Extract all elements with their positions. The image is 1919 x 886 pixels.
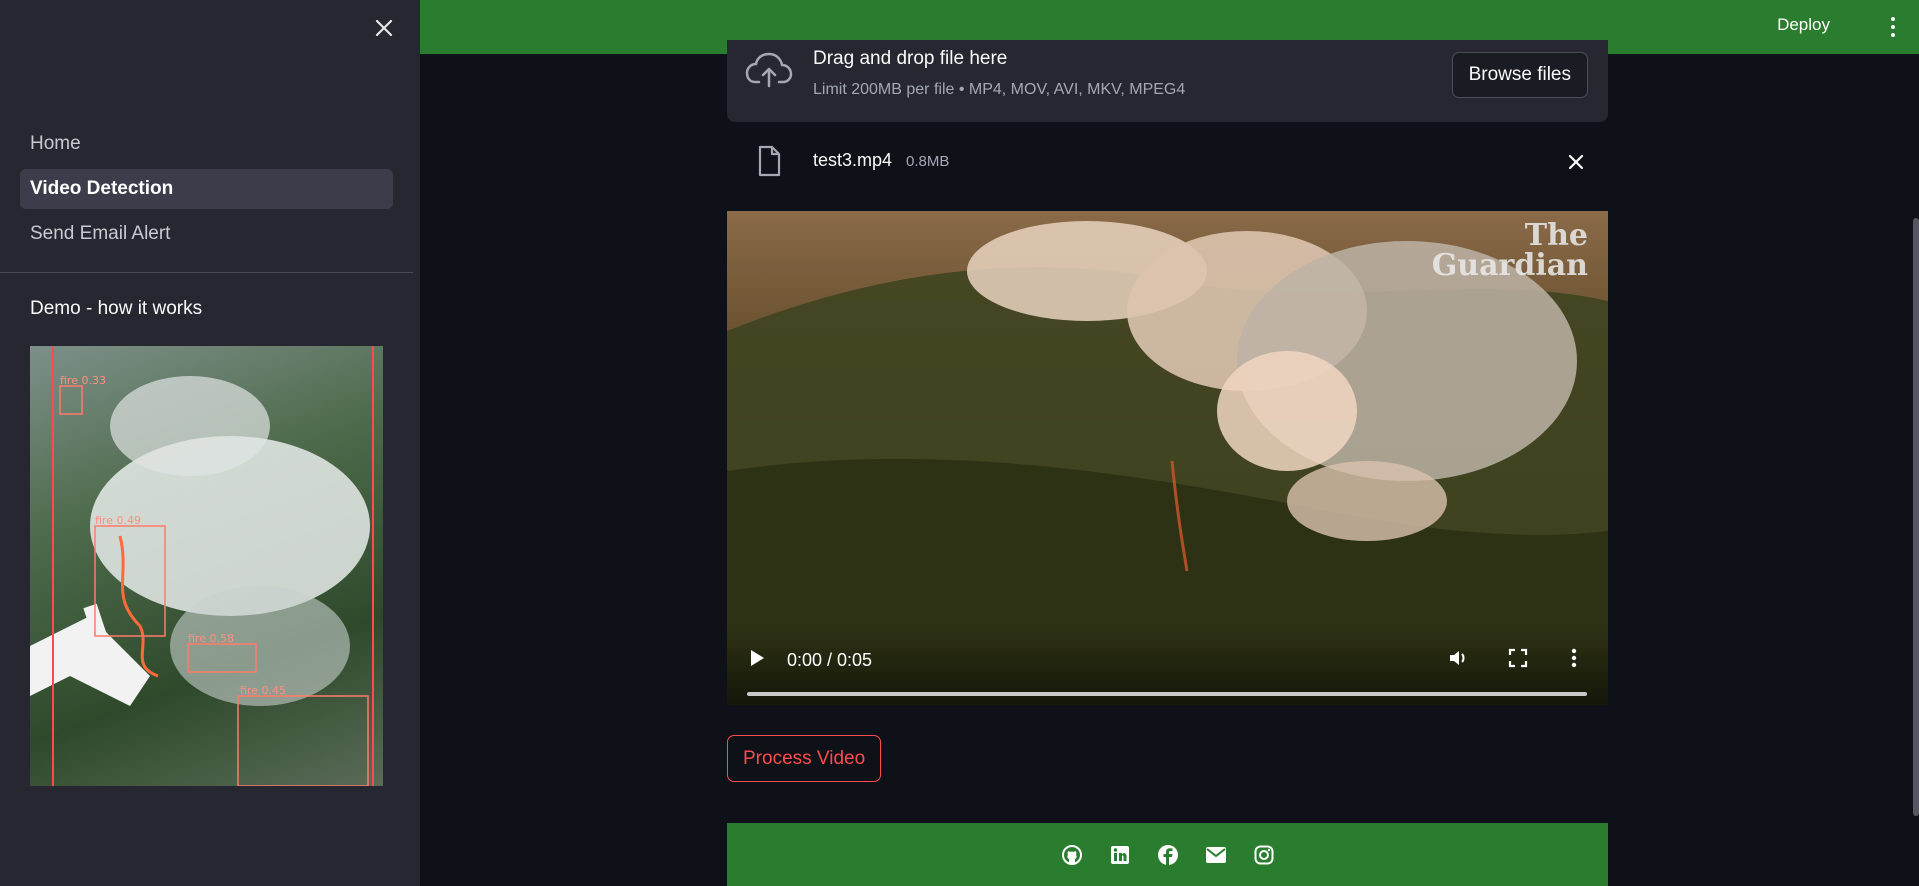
- demo-label-1: fire 0.33: [60, 374, 106, 387]
- file-size: 0.8MB: [906, 153, 950, 170]
- demo-label-3: fire 0.58: [188, 632, 234, 645]
- file-icon: [757, 145, 781, 182]
- sidebar-divider: [0, 272, 413, 273]
- demo-label-2: fire 0.49: [95, 514, 141, 527]
- play-icon[interactable]: [747, 647, 767, 674]
- volume-icon[interactable]: [1447, 647, 1469, 674]
- video-progress-bar[interactable]: [747, 692, 1587, 696]
- github-icon[interactable]: [1061, 844, 1083, 866]
- remove-file-icon[interactable]: [1564, 150, 1588, 174]
- dropzone-limit: Limit 200MB per file • MP4, MOV, AVI, MK…: [813, 81, 1186, 98]
- fullscreen-icon[interactable]: [1507, 647, 1529, 674]
- browse-files-button[interactable]: Browse files: [1451, 52, 1588, 98]
- demo-label-4: fire 0.45: [240, 684, 286, 697]
- sidebar-nav: Home Video Detection Send Email Alert: [20, 124, 393, 259]
- video-controls: 0:00 / 0:05: [727, 627, 1608, 705]
- instagram-icon[interactable]: [1253, 844, 1275, 866]
- page-scrollbar[interactable]: [1913, 218, 1919, 816]
- footer-bar: [727, 823, 1608, 886]
- demo-detection-graphic: fire 0.33 fire 0.49 fire 0.58 fire 0.45: [30, 346, 374, 786]
- sidebar-item-video-detection[interactable]: Video Detection: [20, 169, 393, 209]
- main-menu-icon[interactable]: [1883, 14, 1903, 40]
- demo-title: Demo - how it works: [30, 298, 203, 319]
- email-icon[interactable]: [1205, 844, 1227, 866]
- video-watermark: The Guardian: [1431, 218, 1588, 283]
- sidebar-item-send-email-alert[interactable]: Send Email Alert: [20, 214, 393, 254]
- cloud-upload-icon: [745, 50, 793, 95]
- video-options-icon[interactable]: [1570, 647, 1578, 674]
- process-video-button[interactable]: Process Video: [727, 735, 882, 782]
- sidebar-item-home[interactable]: Home: [20, 124, 393, 164]
- sidebar: Home Video Detection Send Email Alert De…: [0, 0, 420, 886]
- video-player[interactable]: The Guardian 0:00 / 0:05: [727, 211, 1608, 705]
- file-name: test3.mp4: [813, 150, 893, 170]
- facebook-icon[interactable]: [1157, 844, 1179, 866]
- close-sidebar-icon[interactable]: [370, 14, 398, 42]
- file-dropzone[interactable]: Drag and drop file here Limit 200MB per …: [727, 40, 1608, 122]
- linkedin-icon[interactable]: [1109, 844, 1131, 866]
- demo-image: fire 0.33 fire 0.49 fire 0.58 fire 0.45: [30, 346, 383, 786]
- uploaded-file-row: test3.mp4 0.8MB: [727, 138, 1608, 184]
- video-time: 0:00 / 0:05: [787, 650, 873, 670]
- dropzone-title: Drag and drop file here: [813, 48, 1008, 69]
- deploy-button[interactable]: Deploy: [1777, 15, 1830, 35]
